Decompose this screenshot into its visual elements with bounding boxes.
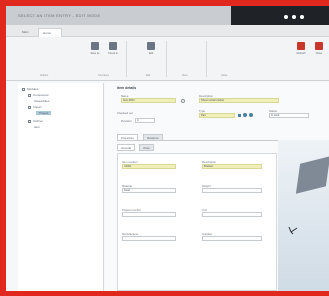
checked-out-label: Checked out: [117, 111, 133, 115]
item-number-input[interactable]: I-0001: [122, 164, 176, 169]
group-label-close: Close: [221, 74, 228, 77]
lookup-icon[interactable]: [181, 99, 185, 103]
tree-item-archive[interactable]: Archive: [28, 119, 43, 123]
manufacturer-input[interactable]: [122, 236, 176, 241]
app-window: SELECT AN ITEM ENTRY - EDIT MODE Main Ho…: [6, 6, 329, 291]
edit-button[interactable]: Edit: [142, 42, 160, 55]
3d-preview-viewer[interactable]: [278, 140, 329, 291]
refresh-label: Refresh: [296, 52, 306, 55]
expand-icon[interactable]: [28, 105, 31, 109]
group-separator: [126, 41, 127, 77]
tree-item-modules[interactable]: Modules: [22, 87, 38, 91]
project-number-input[interactable]: [122, 212, 176, 217]
type-select[interactable]: Part: [199, 113, 235, 118]
refresh-icon: [297, 42, 305, 50]
tree-item-item[interactable]: Item: [34, 125, 40, 129]
tree-item-label: Item: [34, 125, 40, 129]
tab-relations[interactable]: Relations: [143, 134, 163, 141]
tab-home[interactable]: Home: [38, 28, 62, 37]
supplier-input[interactable]: [202, 236, 262, 241]
tree-item-label: Archive: [33, 119, 44, 123]
tree-item-project[interactable]: Project: [36, 111, 52, 115]
link-icon[interactable]: [249, 113, 253, 117]
unit-input[interactable]: [202, 212, 262, 217]
check-in-label: Check in: [108, 52, 118, 55]
save-as-label: Save as: [90, 52, 100, 55]
main-content: Item details Name Item-0001 Description …: [105, 83, 329, 291]
properties-panel: Item number I-0001 Description Bracket M…: [117, 153, 277, 291]
close-icon: [315, 42, 323, 50]
chevron-down-icon[interactable]: [238, 114, 241, 117]
outer-frame: SELECT AN ITEM ENTRY - EDIT MODE Main Ho…: [0, 0, 329, 296]
window-title: SELECT AN ITEM ENTRY - EDIT MODE: [18, 13, 101, 18]
group-label-actions: Actions: [40, 74, 49, 77]
save-as-button[interactable]: Save as: [86, 42, 104, 55]
tree-item-label: Component: [33, 93, 49, 97]
save-icon: [91, 42, 99, 50]
expand-icon[interactable]: [22, 87, 25, 91]
form-heading: Item details: [117, 86, 137, 90]
dot-icon: [284, 15, 288, 19]
tree-item-label: Import: [33, 105, 42, 109]
group-label-edit: Edit: [146, 74, 151, 77]
group-label-view: View: [182, 74, 188, 77]
inner-tabs: General Other: [117, 144, 197, 151]
window-menu-dots[interactable]: [284, 15, 304, 19]
navigation-tree: Modules Component Assemblies Import Proj…: [18, 83, 104, 291]
title-bar: SELECT AN ITEM ENTRY - EDIT MODE: [6, 6, 329, 25]
edit-label: Edit: [148, 52, 154, 55]
expand-icon[interactable]: [28, 93, 31, 97]
ribbon-tabs: Main Home: [6, 25, 329, 37]
tab-general[interactable]: General: [117, 144, 135, 151]
dot-icon: [292, 15, 296, 19]
dot-icon: [300, 15, 304, 19]
info-icon[interactable]: [243, 113, 247, 117]
close-label: Close: [315, 52, 323, 55]
tab-properties[interactable]: Properties: [117, 134, 138, 141]
description-field[interactable]: Bracket: [202, 164, 262, 169]
revision-input[interactable]: A: [135, 118, 155, 123]
expand-icon[interactable]: [28, 119, 31, 123]
close-button[interactable]: Close: [310, 42, 328, 55]
tree-item-component[interactable]: Component: [28, 93, 49, 97]
group-separator: [206, 41, 207, 77]
tab-main[interactable]: Main: [18, 28, 36, 37]
material-input[interactable]: Steel: [122, 188, 176, 193]
refresh-button[interactable]: Refresh: [292, 42, 310, 55]
tree-item-import[interactable]: Import: [28, 105, 42, 109]
check-in-button[interactable]: Check in: [104, 42, 122, 55]
weight-input[interactable]: [202, 188, 262, 193]
group-label-checkout: Checkout: [98, 74, 109, 77]
tree-item-label: Modules: [27, 87, 39, 91]
name-input[interactable]: Item-0001: [121, 98, 176, 103]
edit-icon: [147, 42, 155, 50]
axis-triad-icon: [288, 226, 298, 235]
tree-item-label: Assemblies: [34, 99, 50, 103]
status-select[interactable]: In work: [269, 113, 309, 118]
description-input[interactable]: Sheet metal bracket: [199, 98, 279, 103]
model-preview: [295, 156, 329, 194]
tree-item-assemblies[interactable]: Assemblies: [34, 99, 49, 103]
tab-other[interactable]: Other: [139, 144, 154, 151]
check-in-icon: [109, 42, 117, 50]
revision-label: Revision: [121, 119, 132, 123]
group-separator: [166, 41, 167, 77]
tree-item-label: Project: [39, 111, 49, 115]
ribbon: Save as Check in Edit Refresh Close Acti…: [6, 37, 329, 81]
title-bar-controls-area: [231, 6, 329, 25]
